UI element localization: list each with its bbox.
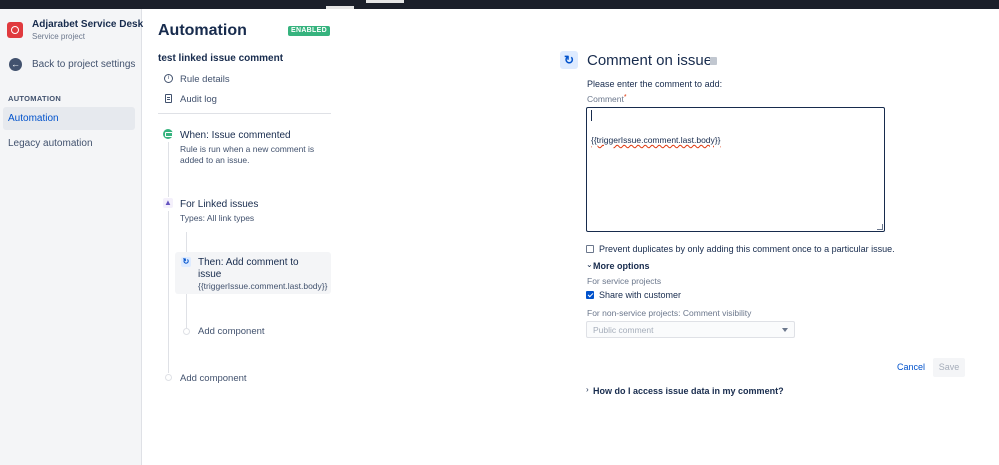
sidebar-item-automation[interactable]: Automation bbox=[3, 107, 135, 130]
rule-details-link[interactable]: Rule details bbox=[180, 74, 230, 85]
action-title-2: issue bbox=[198, 269, 222, 280]
service-projects-label: For service projects bbox=[587, 276, 662, 286]
prevent-duplicates-checkbox[interactable] bbox=[586, 245, 594, 253]
refresh-icon: ↻ bbox=[560, 51, 578, 69]
arrow-left-icon[interactable]: ← bbox=[9, 58, 22, 71]
add-component-inner-link[interactable]: Add component bbox=[198, 326, 265, 337]
action-title: Then: Add comment to bbox=[198, 257, 299, 268]
chevron-right-icon[interactable]: › bbox=[586, 385, 589, 394]
more-options-toggle[interactable]: More options bbox=[593, 261, 650, 271]
top-nav-tab-indicator[interactable] bbox=[326, 6, 354, 9]
comment-visibility-placeholder: Public comment bbox=[593, 325, 654, 335]
comment-trigger-icon bbox=[163, 129, 173, 139]
sidebar-item-label: Automation bbox=[8, 113, 59, 124]
comment-textarea[interactable] bbox=[586, 107, 885, 232]
document-icon bbox=[165, 94, 172, 103]
sidebar-item-legacy-automation[interactable]: Legacy automation bbox=[8, 138, 93, 149]
info-icon: i bbox=[164, 74, 173, 83]
share-with-customer-label: Share with customer bbox=[599, 290, 682, 300]
help-link[interactable]: How do I access issue data in my comment… bbox=[593, 386, 784, 396]
add-component-dot-icon bbox=[183, 328, 190, 335]
branch-icon: ▲ bbox=[163, 198, 173, 208]
trigger-description: Rule is run when a new comment is bbox=[180, 144, 315, 154]
comment-visibility-select[interactable]: Public comment bbox=[586, 321, 795, 338]
project-name: Adjarabet Service Desk bbox=[32, 19, 144, 30]
save-button[interactable]: Save bbox=[933, 358, 965, 377]
divider bbox=[158, 113, 331, 114]
branch-title[interactable]: For Linked issues bbox=[180, 199, 258, 210]
status-badge[interactable]: ENABLED bbox=[288, 26, 330, 36]
top-navigation-bar bbox=[0, 0, 999, 9]
top-nav-tab-indicator-2[interactable] bbox=[366, 0, 404, 3]
project-logo-icon bbox=[7, 22, 23, 38]
panel-title: Comment on issue bbox=[587, 52, 713, 69]
non-service-projects-label: For non-service projects: Comment visibi… bbox=[587, 308, 752, 318]
comment-label: Comment* bbox=[587, 94, 627, 104]
textarea-resize-handle-icon[interactable] bbox=[877, 224, 883, 230]
action-description: {{triggerIssue.comment.last.body}} bbox=[198, 281, 328, 291]
refresh-icon: ↻ bbox=[181, 257, 191, 267]
cancel-button[interactable]: Cancel bbox=[893, 359, 929, 376]
rule-name[interactable]: test linked issue comment bbox=[158, 53, 283, 64]
trigger-title[interactable]: When: Issue commented bbox=[180, 130, 291, 141]
branch-description: Types: All link types bbox=[180, 213, 255, 223]
comment-label-text: Comment bbox=[587, 94, 624, 104]
chevron-down-icon[interactable]: ⌄ bbox=[586, 260, 593, 269]
trigger-description-2: added to an issue. bbox=[180, 155, 250, 165]
comment-instruction: Please enter the comment to add: bbox=[587, 79, 723, 89]
sidebar-section-header: AUTOMATION bbox=[8, 94, 62, 103]
add-component-dot-icon bbox=[165, 374, 172, 381]
prevent-duplicates-label: Prevent duplicates by only adding this c… bbox=[599, 244, 895, 254]
trash-icon[interactable] bbox=[710, 57, 717, 65]
chevron-down-icon bbox=[782, 328, 788, 332]
project-type: Service project bbox=[32, 32, 85, 41]
flow-connector bbox=[168, 142, 169, 197]
add-component-outer-link[interactable]: Add component bbox=[180, 373, 247, 384]
back-to-project-settings-link[interactable]: Back to project settings bbox=[32, 59, 135, 70]
flow-connector bbox=[168, 211, 169, 373]
audit-log-link[interactable]: Audit log bbox=[180, 94, 217, 105]
comment-textarea-value: {{triggerIssue.comment.last.body}} bbox=[591, 135, 721, 145]
share-with-customer-checkbox[interactable] bbox=[586, 291, 594, 299]
required-mark: * bbox=[623, 94, 627, 101]
text-caret bbox=[591, 110, 592, 121]
sidebar bbox=[0, 9, 142, 465]
page-title: Automation bbox=[158, 22, 247, 39]
